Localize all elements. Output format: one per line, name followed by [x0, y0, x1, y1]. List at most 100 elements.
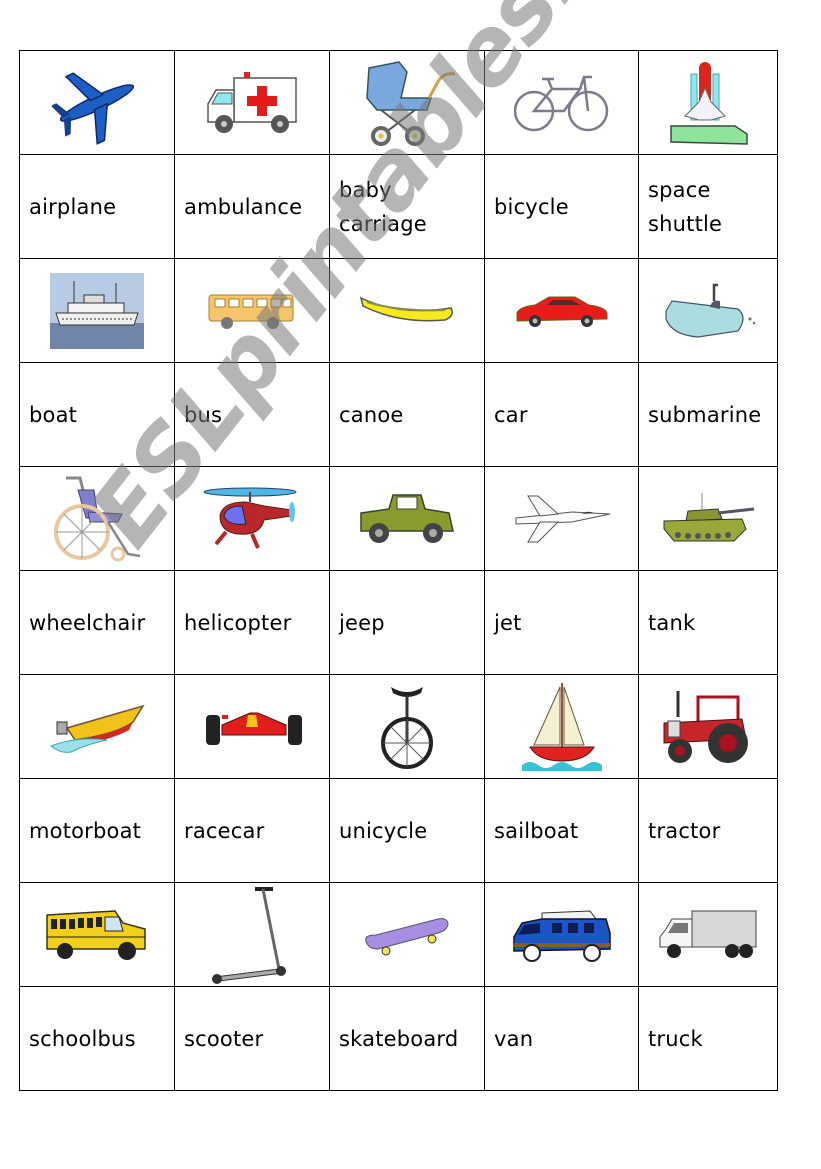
ambulance-icon: [207, 71, 297, 133]
word-label: boat: [29, 402, 78, 427]
picture-cell: [638, 466, 778, 571]
picture-cell: [484, 882, 639, 987]
racecar-icon: [206, 712, 302, 745]
picture-cell: [329, 258, 485, 363]
sailboat-icon: [521, 682, 602, 771]
picture-cell: [329, 882, 485, 987]
picture-cell: [638, 882, 778, 987]
picture-cell: [638, 50, 778, 155]
word-label: ambulance: [184, 194, 303, 219]
baby-carriage-icon: [366, 60, 455, 146]
word-label: tank: [648, 610, 696, 635]
word-label: van: [494, 1026, 534, 1051]
word-label: skateboard: [339, 1026, 459, 1051]
word-cell: van: [484, 986, 639, 1091]
word-cell: motorboat: [19, 778, 175, 883]
word-label: sailboat: [494, 818, 579, 843]
picture-row: [19, 466, 778, 571]
wheelchair-icon: [54, 476, 141, 561]
word-label: jet: [494, 610, 522, 635]
word-label: truck: [648, 1026, 703, 1051]
word-cell: unicycle: [329, 778, 485, 883]
picture-cell: [19, 466, 175, 571]
word-label: bus: [184, 402, 223, 427]
flashcard-worksheet: airplane ambulance baby carriage bicycle…: [19, 50, 778, 1091]
word-cell: bicycle: [484, 154, 639, 259]
picture-cell: [19, 882, 175, 987]
picture-cell: [174, 466, 330, 571]
word-cell: sailboat: [484, 778, 639, 883]
picture-cell: [174, 674, 330, 779]
unicycle-icon: [381, 686, 433, 769]
picture-cell: [174, 258, 330, 363]
jeep-icon: [360, 493, 454, 543]
word-cell: jet: [484, 570, 639, 675]
word-label: tractor: [648, 818, 721, 843]
picture-cell: [638, 258, 778, 363]
picture-cell: [19, 674, 175, 779]
picture-cell: [329, 466, 485, 571]
word-label: motorboat: [29, 818, 142, 843]
word-cell: car: [484, 362, 639, 467]
jet-icon: [515, 495, 610, 542]
picture-cell: [329, 50, 485, 155]
word-cell: tractor: [638, 778, 778, 883]
word-label: submarine: [648, 402, 762, 427]
picture-cell: [19, 50, 175, 155]
word-label: scooter: [184, 1026, 264, 1051]
word-row: boat bus canoe car submarine: [19, 362, 778, 467]
airplane-icon: [52, 71, 135, 145]
word-row: schoolbus scooter skateboard van truck: [19, 986, 778, 1091]
word-label: baby carriage: [339, 177, 427, 236]
picture-cell: [484, 466, 639, 571]
word-label: jeep: [339, 610, 385, 635]
word-label: wheelchair: [29, 610, 146, 635]
canoe-icon: [359, 296, 453, 321]
word-label: bicycle: [494, 194, 569, 219]
bicycle-icon: [513, 75, 608, 131]
picture-row: [19, 50, 778, 155]
word-cell: skateboard: [329, 986, 485, 1091]
bus-icon: [208, 294, 294, 329]
word-cell: jeep: [329, 570, 485, 675]
word-label: racecar: [184, 818, 265, 843]
picture-row: [19, 258, 778, 363]
word-label: space shuttle: [648, 177, 723, 236]
word-cell: racecar: [174, 778, 330, 883]
word-cell: schoolbus: [19, 986, 175, 1091]
word-label: unicycle: [339, 818, 428, 843]
picture-cell: [638, 674, 778, 779]
helicopter-icon: [203, 487, 297, 549]
word-label: helicopter: [184, 610, 292, 635]
word-label: airplane: [29, 194, 117, 219]
word-cell: airplane: [19, 154, 175, 259]
picture-cell: [484, 258, 639, 363]
word-cell: boat: [19, 362, 175, 467]
word-cell: canoe: [329, 362, 485, 467]
truck-icon: [659, 910, 757, 958]
picture-cell: [484, 50, 639, 155]
schoolbus-icon: [46, 909, 146, 960]
skateboard-icon: [365, 917, 449, 955]
word-cell: bus: [174, 362, 330, 467]
van-icon: [512, 909, 611, 962]
car-icon: [516, 296, 607, 327]
word-cell: scooter: [174, 986, 330, 1091]
picture-cell: [484, 674, 639, 779]
boat-icon: [50, 272, 144, 349]
vocabulary-grid: airplane ambulance baby carriage bicycle…: [19, 50, 778, 1091]
scooter-icon: [212, 886, 286, 984]
word-row: wheelchair helicopter jeep jet tank: [19, 570, 778, 675]
picture-cell: [174, 882, 330, 987]
word-label: canoe: [339, 402, 404, 427]
word-cell: ambulance: [174, 154, 330, 259]
picture-row: [19, 882, 778, 987]
motorboat-icon: [50, 704, 145, 753]
word-label: car: [494, 402, 528, 427]
word-cell: submarine: [638, 362, 778, 467]
word-cell: wheelchair: [19, 570, 175, 675]
word-row: motorboat racecar unicycle sailboat trac…: [19, 778, 778, 883]
space-shuttle-icon: [670, 61, 748, 145]
tank-icon: [663, 492, 755, 541]
tractor-icon: [663, 690, 748, 763]
